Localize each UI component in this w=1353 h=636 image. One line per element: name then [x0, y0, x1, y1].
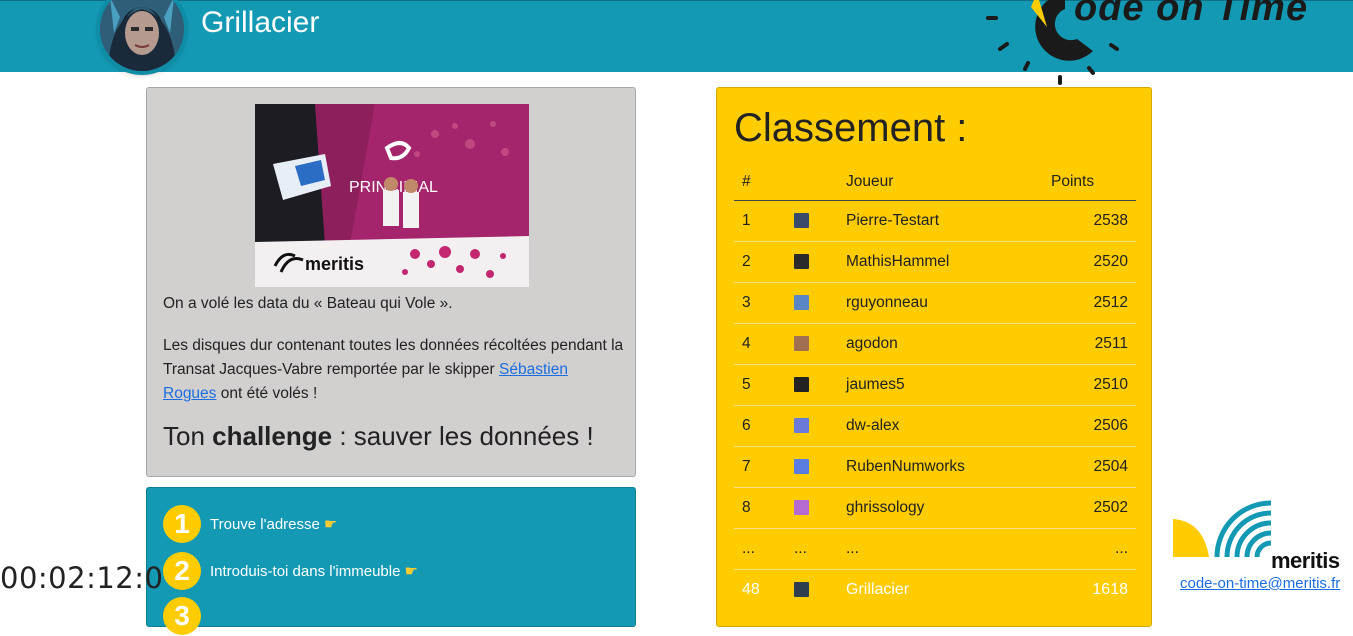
ranking-row[interactable]: 48 Grillacier 1618 — [734, 570, 1136, 611]
col-points-header: Points — [1043, 163, 1136, 201]
rank-cell: 3 — [734, 282, 786, 324]
rank-cell: ... — [734, 528, 786, 570]
avatar-cell — [786, 323, 838, 365]
player-cell: agodon — [838, 323, 1043, 365]
step-number-badge: 3 — [163, 597, 201, 635]
points-cell: 2510 — [1043, 364, 1136, 406]
ranking-row[interactable]: 2 MathisHammel 2520 — [734, 241, 1136, 283]
ranking-row[interactable]: ............ — [734, 528, 1136, 570]
avatar-cell — [786, 241, 838, 283]
meritis-wordmark: meritis — [1271, 548, 1340, 573]
points-cell: 2502 — [1043, 487, 1136, 529]
ranking-table: # Joueur Points 1 Pierre-Testart 2538 2 Math… — [734, 163, 1136, 610]
player-cell: RubenNumworks — [838, 446, 1043, 488]
step-3[interactable]: 3 — [163, 596, 623, 636]
points-cell: 2504 — [1043, 446, 1136, 488]
rank-cell: 1 — [734, 200, 786, 242]
step-number-badge: 2 — [163, 552, 201, 590]
col-rank-header: # — [734, 163, 786, 201]
rank-cell: 4 — [734, 323, 786, 365]
rank-cell: 6 — [734, 405, 786, 447]
player-avatar — [794, 295, 809, 311]
step-label: Introduis-toi dans l'immeuble — [210, 562, 401, 580]
player-avatar — [794, 500, 809, 516]
username-label: Grillacier — [201, 6, 320, 39]
points-cell: 1618 — [1092, 581, 1128, 598]
col-player-header: Joueur — [838, 163, 1043, 201]
player-avatar — [794, 377, 809, 393]
steps-card: 1 Trouve l'adresse ☛ 2 Introduis-toi dan… — [146, 487, 636, 635]
rank-cell: 48 — [742, 581, 760, 598]
challenge-bold: challenge — [212, 421, 333, 451]
ranking-header-row: # Joueur Points — [734, 163, 1136, 201]
player-avatar — [794, 213, 809, 229]
points-cell: 2512 — [1043, 282, 1136, 324]
step-label: Trouve l'adresse — [210, 515, 320, 533]
player-cell: jaumes5 — [838, 364, 1043, 406]
player-cell: rguyonneau — [838, 282, 1043, 324]
player-cell: Pierre-Testart — [838, 200, 1043, 242]
ranking-row[interactable]: 5 jaumes5 2510 — [734, 364, 1136, 406]
player-avatar — [794, 582, 809, 598]
ranking-row[interactable]: 6 dw-alex 2506 — [734, 405, 1136, 447]
avatar-cell — [786, 282, 838, 324]
code-on-time-logo[interactable]: ode on Time — [985, 0, 1353, 87]
points-cell: 2511 — [1043, 323, 1136, 365]
step-2[interactable]: 2 Introduis-toi dans l'immeuble ☛ — [163, 551, 623, 591]
ranking-row[interactable]: 1 Pierre-Testart 2538 — [734, 200, 1136, 242]
ranking-row[interactable]: 7 RubenNumworks 2504 — [734, 446, 1136, 488]
points-cell: ... — [1043, 528, 1136, 570]
user-avatar[interactable] — [100, 0, 184, 71]
points-cell: 2538 — [1043, 200, 1136, 242]
avatar-cell — [786, 364, 838, 406]
intro-text-after: ont été volés ! — [216, 385, 318, 402]
countdown-timer: 00:02:12:0 — [0, 561, 164, 595]
contact-email-link[interactable]: code-on-time@meritis.fr — [1180, 575, 1340, 592]
player-cell: ghrissology — [838, 487, 1043, 529]
pointing-hand-icon: ☛ — [404, 563, 418, 580]
col-avatar-header — [786, 163, 838, 201]
player-avatar — [794, 418, 809, 434]
pointing-hand-icon: ☛ — [323, 516, 338, 533]
intro-paragraph-1: On a volé les data du « Bateau qui Vole … — [163, 295, 453, 312]
player-avatar — [794, 336, 809, 352]
rank-cell: 2 — [734, 241, 786, 283]
rank-cell: 8 — [734, 487, 786, 529]
brand-title: ode on Time — [1074, 0, 1309, 29]
challenge-heading: Ton challenge : sauver les données ! — [163, 421, 633, 452]
intro-card: PRINCIPIAL meritis On a volé les — [146, 87, 636, 477]
hull-text: meritis — [305, 254, 364, 274]
player-cell: Grillacier — [846, 581, 910, 598]
ranking-row[interactable]: 4 agodon 2511 — [734, 323, 1136, 365]
challenge-suffix: : sauver les données ! — [332, 421, 594, 451]
avatar-cell — [786, 446, 838, 488]
rank-cell: 7 — [734, 446, 786, 488]
ranking-card: Classement : # Joueur Points 1 Pierre-Tes… — [716, 87, 1152, 627]
step-1[interactable]: 1 Trouve l'adresse ☛ — [163, 504, 623, 544]
ranking-row[interactable]: 3 rguyonneau 2512 — [734, 282, 1136, 324]
step-number-badge: 1 — [163, 505, 201, 543]
player-avatar — [794, 254, 809, 270]
top-bar: Grillacier ode on Time — [0, 0, 1353, 85]
player-cell: ... — [838, 528, 1043, 570]
meritis-logo[interactable]: meritis — [1173, 495, 1349, 575]
avatar-cell: ... — [786, 528, 838, 570]
avatar-cell — [786, 405, 838, 447]
points-cell: 2506 — [1043, 405, 1136, 447]
ranking-row[interactable]: 8 ghrissology 2502 — [734, 487, 1136, 529]
player-avatar — [794, 459, 809, 475]
rank-cell: 5 — [734, 364, 786, 406]
player-cell: MathisHammel — [838, 241, 1043, 283]
avatar-cell — [786, 570, 838, 611]
player-cell: dw-alex — [838, 405, 1043, 447]
avatar-cell — [786, 200, 838, 242]
avatar-cell — [786, 487, 838, 529]
challenge-prefix: Ton — [163, 421, 213, 451]
intro-paragraph-2: Les disques dur contenant toutes les don… — [163, 334, 625, 406]
points-cell: 2520 — [1043, 241, 1136, 283]
ranking-title: Classement : — [734, 106, 968, 150]
boat-photo: PRINCIPIAL meritis — [255, 104, 529, 287]
